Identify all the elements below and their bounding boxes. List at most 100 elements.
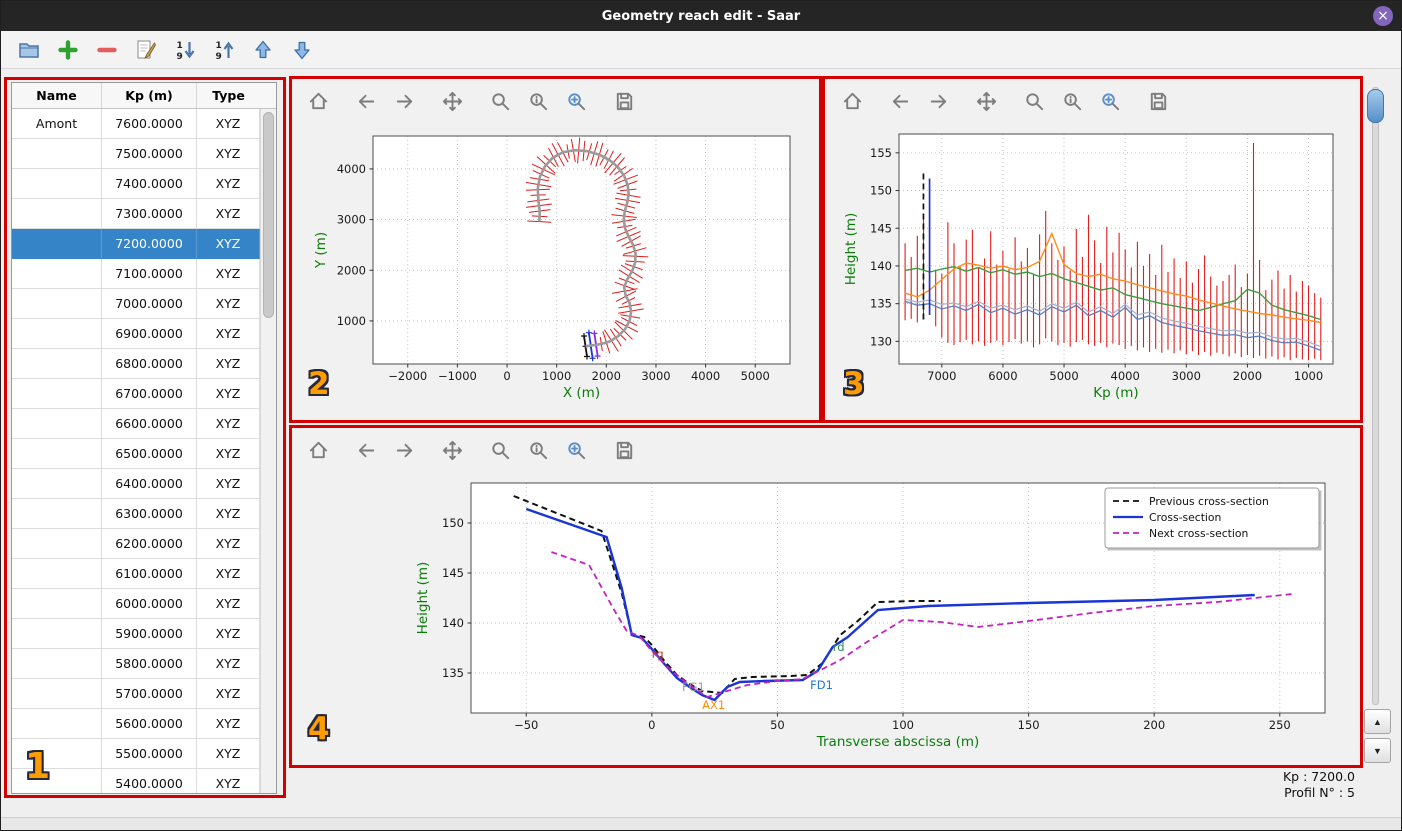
plot-forward-button[interactable] — [389, 86, 419, 116]
table-row[interactable]: 6000.0000 XYZ — [12, 589, 260, 619]
toolbar-move-down-button[interactable] — [288, 36, 316, 64]
plot-customize-button[interactable] — [1095, 86, 1125, 116]
cell-name — [12, 709, 102, 739]
toolbar-open-button[interactable] — [15, 36, 43, 64]
toolbar-edit-button[interactable] — [132, 36, 160, 64]
svg-text:7000: 7000 — [927, 369, 956, 383]
table-row[interactable]: 6600.0000 XYZ — [12, 409, 260, 439]
profile-up-button[interactable]: ▲ — [1364, 709, 1391, 734]
table-row[interactable]: 6500.0000 XYZ — [12, 439, 260, 469]
back-icon — [355, 439, 378, 462]
toolbar-add-button[interactable] — [54, 36, 82, 64]
cell-type: XYZ — [197, 379, 260, 409]
column-header-name[interactable]: Name — [12, 83, 102, 108]
plot-back-button[interactable] — [351, 86, 381, 116]
svg-text:Cross-section: Cross-section — [1149, 511, 1221, 524]
plot-save-button[interactable] — [609, 435, 639, 465]
cell-kp: 5600.0000 — [102, 709, 197, 739]
table-row[interactable]: 5600.0000 XYZ — [12, 709, 260, 739]
plot-pan-button[interactable] — [437, 435, 467, 465]
plot-home-button[interactable] — [837, 86, 867, 116]
cross-section-chart[interactable]: rg rd FG1 FD1 AX1 −50 0 50 100 150 200 250 135 140 145… — [293, 471, 1359, 765]
plot-back-button[interactable] — [885, 86, 915, 116]
table-row[interactable]: 5800.0000 XYZ — [12, 649, 260, 679]
cell-kp: 6600.0000 — [102, 409, 197, 439]
svg-text:140: 140 — [442, 616, 464, 630]
plot-save-button[interactable] — [1143, 86, 1173, 116]
table-row[interactable]: 7500.0000 XYZ — [12, 139, 260, 169]
table-row[interactable]: 7100.0000 XYZ — [12, 259, 260, 289]
cell-kp: 6900.0000 — [102, 319, 197, 349]
svg-text:4000: 4000 — [337, 162, 366, 176]
plot-zoom-button[interactable] — [485, 86, 515, 116]
table-row[interactable]: 5400.0000 XYZ — [12, 769, 260, 793]
svg-text:6000: 6000 — [988, 369, 1017, 383]
cell-type: XYZ — [197, 109, 260, 139]
svg-text:AX1: AX1 — [702, 698, 725, 712]
table-row[interactable]: 7000.0000 XYZ — [12, 289, 260, 319]
triangle-down-icon: ▼ — [1373, 745, 1382, 756]
cell-kp: 7600.0000 — [102, 109, 197, 139]
plot-pan-button[interactable] — [437, 86, 467, 116]
edit-icon — [134, 38, 158, 62]
toolbar-sort-descending-button[interactable]: 19 — [171, 36, 199, 64]
table-row[interactable]: 6700.0000 XYZ — [12, 379, 260, 409]
table-row[interactable]: 5500.0000 XYZ — [12, 739, 260, 769]
cell-type: XYZ — [197, 349, 260, 379]
plot-home-button[interactable] — [303, 86, 333, 116]
profile-down-button[interactable]: ▼ — [1364, 738, 1391, 763]
subplots-icon — [1061, 90, 1084, 113]
svg-text:4000: 4000 — [691, 369, 720, 383]
close-button[interactable]: × — [1373, 6, 1393, 26]
plot-customize-button[interactable] — [561, 86, 591, 116]
table-row[interactable]: 6300.0000 XYZ — [12, 499, 260, 529]
table-scrollbar[interactable] — [260, 109, 276, 793]
cell-type: XYZ — [197, 619, 260, 649]
table-row[interactable]: 7300.0000 XYZ — [12, 199, 260, 229]
plot-forward-button[interactable] — [923, 86, 953, 116]
plot-customize-button[interactable] — [561, 435, 591, 465]
column-header-kp[interactable]: Kp (m) — [102, 83, 197, 108]
plot-save-button[interactable] — [609, 86, 639, 116]
table-scrollbar-thumb[interactable] — [263, 112, 274, 318]
svg-text:1: 1 — [216, 41, 222, 51]
plot-zoom-button[interactable] — [1019, 86, 1049, 116]
plot-subplots-button[interactable] — [1057, 86, 1087, 116]
profile-slider-thumb[interactable] — [1367, 89, 1384, 123]
customize-icon — [1099, 90, 1122, 113]
plot-subplots-button[interactable] — [523, 86, 553, 116]
plot-zoom-button[interactable] — [485, 435, 515, 465]
toolbar-move-up-button[interactable] — [249, 36, 277, 64]
svg-text:3000: 3000 — [1172, 369, 1201, 383]
plot-forward-button[interactable] — [389, 435, 419, 465]
svg-text:50: 50 — [770, 718, 785, 732]
move-down-icon — [290, 38, 314, 62]
table-row[interactable]: 6900.0000 XYZ — [12, 319, 260, 349]
long-profile-chart[interactable]: 7000 6000 5000 4000 3000 2000 1000 130 135 140 145… — [827, 122, 1359, 418]
cell-type: XYZ — [197, 439, 260, 469]
table-row[interactable]: 7200.0000 XYZ — [12, 229, 260, 259]
cell-kp: 6700.0000 — [102, 379, 197, 409]
table-row[interactable]: 6400.0000 XYZ — [12, 469, 260, 499]
plan-view-chart[interactable]: −2000 −1000 0 1000 2000 3000 4000 5000 1000 2000 3… — [293, 122, 818, 418]
plot-home-button[interactable] — [303, 435, 333, 465]
column-header-type[interactable]: Type — [197, 83, 260, 108]
plot-subplots-button[interactable] — [523, 435, 553, 465]
move-up-icon — [251, 38, 275, 62]
toolbar-remove-button[interactable] — [93, 36, 121, 64]
svg-text:−50: −50 — [514, 718, 538, 732]
plot-pan-button[interactable] — [971, 86, 1001, 116]
table-row[interactable]: 6200.0000 XYZ — [12, 529, 260, 559]
table-row[interactable]: 7400.0000 XYZ — [12, 169, 260, 199]
save-icon — [1147, 90, 1170, 113]
svg-text:Y (m): Y (m) — [313, 232, 329, 269]
pan-icon — [441, 439, 464, 462]
table-row[interactable]: 6100.0000 XYZ — [12, 559, 260, 589]
plot-back-button[interactable] — [351, 435, 381, 465]
profile-slider-track[interactable] — [1372, 87, 1379, 705]
toolbar-sort-ascending-button[interactable]: 19 — [210, 36, 238, 64]
table-row[interactable]: 6800.0000 XYZ — [12, 349, 260, 379]
table-row[interactable]: 5700.0000 XYZ — [12, 679, 260, 709]
table-row[interactable]: 5900.0000 XYZ — [12, 619, 260, 649]
table-row[interactable]: Amont 7600.0000 XYZ — [12, 109, 260, 139]
